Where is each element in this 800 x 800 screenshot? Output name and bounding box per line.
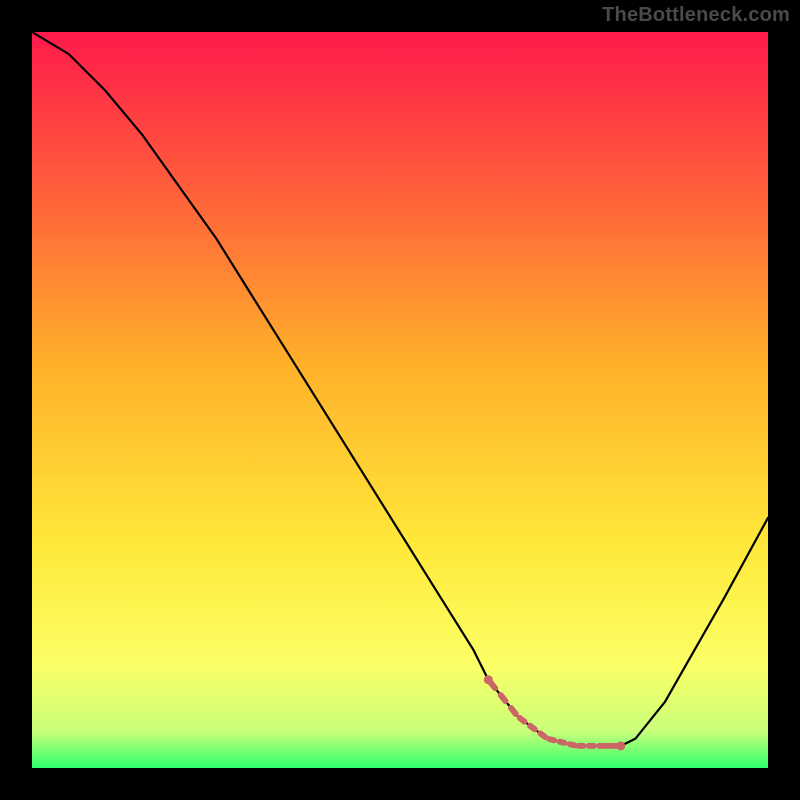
chart-container: TheBottleneck.com [0, 0, 800, 800]
optimal-marker-dash [501, 695, 506, 701]
optimal-marker-dash [549, 739, 554, 740]
gradient-background [32, 32, 768, 768]
watermark-text: TheBottleneck.com [602, 4, 790, 27]
chart-svg [32, 32, 768, 768]
optimal-marker-dash [530, 726, 535, 730]
optimal-marker-endpoint [616, 741, 625, 750]
optimal-marker-endpoint [484, 675, 493, 684]
optimal-marker-dash [511, 708, 516, 714]
optimal-marker-dash [570, 744, 575, 745]
optimal-marker-dash [520, 718, 525, 722]
optimal-marker-dash [560, 742, 565, 743]
optimal-marker-dash [540, 734, 545, 738]
plot-area [32, 32, 768, 768]
